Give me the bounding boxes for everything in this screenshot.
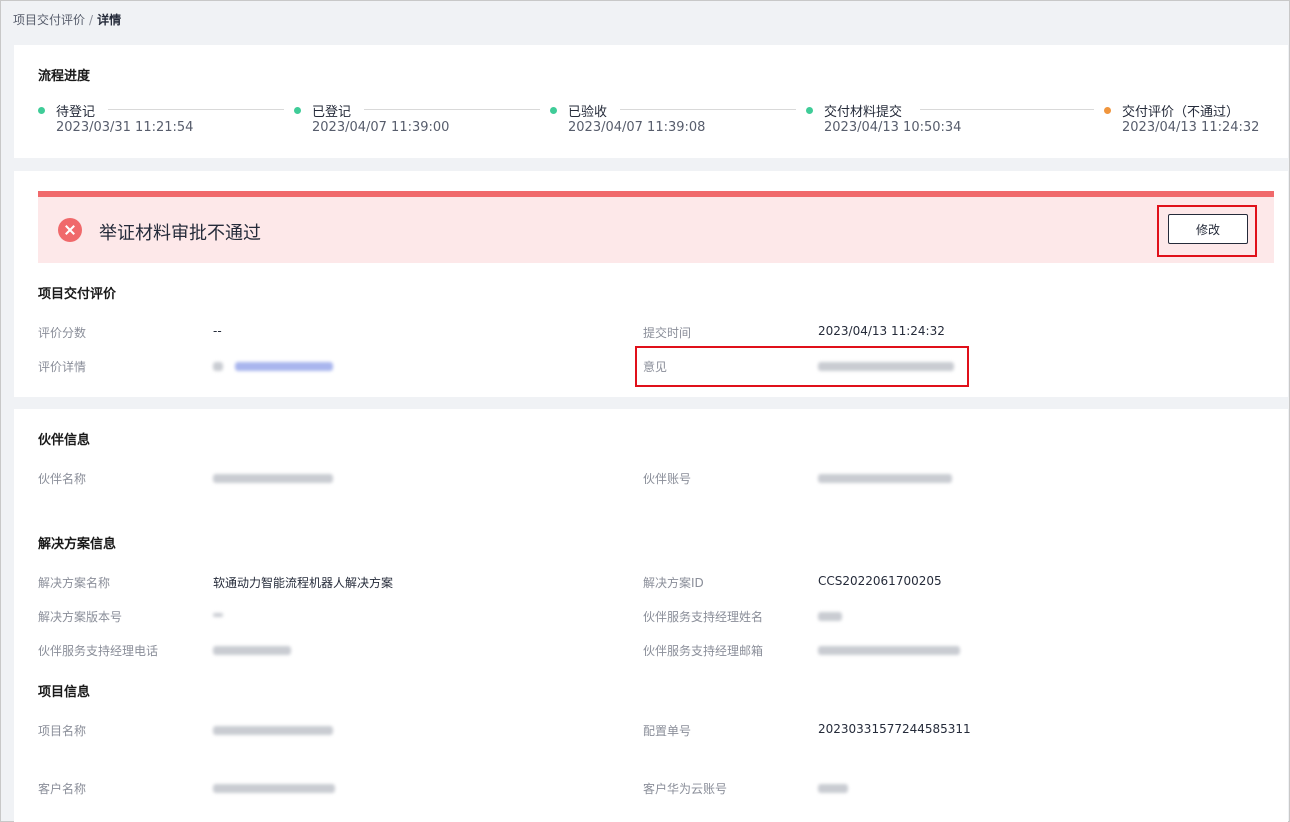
step-label: 交付材料提交 — [824, 105, 903, 120]
step-time: 2023/03/31 11:21:54 — [56, 120, 194, 135]
partner-account-blurred — [818, 474, 952, 483]
project-name-blurred — [213, 726, 333, 735]
step-connector — [108, 109, 284, 110]
detail-value-blurred — [213, 362, 223, 371]
step-time: 2023/04/13 11:24:32 — [1122, 120, 1260, 135]
step-status-dot — [294, 107, 301, 114]
manager-name-label: 伙伴服务支持经理姓名 — [643, 610, 764, 624]
customer-name-label: 客户名称 — [38, 782, 87, 796]
partner-name-blurred — [213, 474, 333, 483]
customer-name-blurred — [213, 784, 335, 793]
submit-time-value: 2023/04/13 11:24:32 — [818, 324, 945, 338]
step-status-dot — [550, 107, 557, 114]
config-no-label: 配置单号 — [643, 724, 692, 738]
step-status-dot — [1104, 107, 1111, 114]
manager-email-blurred — [818, 646, 960, 655]
step-time: 2023/04/07 11:39:08 — [568, 120, 706, 135]
step-time: 2023/04/07 11:39:00 — [312, 120, 450, 135]
progress-title: 流程进度 — [38, 69, 91, 84]
opinion-highlight — [635, 346, 969, 387]
breadcrumb-separator: / — [89, 13, 94, 27]
detail-label: 评价详情 — [38, 360, 87, 374]
project-title: 项目信息 — [38, 685, 91, 700]
step-label: 已登记 — [312, 105, 352, 120]
manager-phone-blurred — [213, 646, 291, 655]
breadcrumb-current: 详情 — [97, 13, 122, 27]
score-label: 评价分数 — [38, 326, 87, 340]
config-no-value: 20230331577244585311 — [818, 722, 971, 736]
step-connector — [620, 109, 796, 110]
solution-name-label: 解决方案名称 — [38, 576, 111, 590]
manager-name-blurred — [818, 612, 842, 621]
alert-message: 举证材料审批不通过 — [99, 223, 261, 244]
info-card: 伙伴信息 伙伴名称 伙伴账号 解决方案信息 解决方案名称 软通动力智能流程机器人… — [14, 409, 1288, 822]
solution-name-value: 软通动力智能流程机器人解决方案 — [213, 576, 394, 590]
evaluation-title: 项目交付评价 — [38, 287, 117, 302]
step-label: 待登记 — [56, 105, 96, 120]
step-connector — [920, 109, 1094, 110]
breadcrumb-parent-link[interactable]: 项目交付评价 — [13, 13, 85, 27]
partner-account-label: 伙伴账号 — [643, 472, 692, 486]
manager-email-label: 伙伴服务支持经理邮箱 — [643, 644, 764, 658]
error-alert: 举证材料审批不通过 修改 — [38, 197, 1274, 263]
solution-version-label: 解决方案版本号 — [38, 610, 123, 624]
evaluation-card: 举证材料审批不通过 修改 项目交付评价 评价分数 -- 提交时间 2023/04… — [14, 171, 1288, 397]
error-icon — [58, 218, 82, 242]
step-status-dot — [806, 107, 813, 114]
score-value: -- — [213, 324, 222, 338]
step-time: 2023/04/13 10:50:34 — [824, 120, 962, 135]
submit-time-label: 提交时间 — [643, 326, 692, 340]
step-connector — [364, 109, 540, 110]
progress-card: 流程进度 待登记 2023/03/31 11:21:54 已登记 2023/04… — [14, 45, 1288, 158]
breadcrumb: 项目交付评价 / 详情 — [13, 11, 121, 28]
detail-link-blurred[interactable] — [235, 362, 333, 371]
solution-id-value: CCS2022061700205 — [818, 574, 942, 588]
step-label: 交付评价（不通过） — [1122, 105, 1240, 120]
edit-button-highlight — [1157, 205, 1257, 257]
customer-account-label: 客户华为云账号 — [643, 782, 728, 796]
step-label: 已验收 — [568, 105, 608, 120]
manager-phone-label: 伙伴服务支持经理电话 — [38, 644, 159, 658]
customer-account-blurred — [818, 784, 848, 793]
partner-title: 伙伴信息 — [38, 433, 91, 448]
solution-id-label: 解决方案ID — [643, 576, 704, 590]
partner-name-label: 伙伴名称 — [38, 472, 87, 486]
solution-title: 解决方案信息 — [38, 537, 117, 552]
solution-version-blurred — [213, 613, 223, 617]
step-status-dot — [38, 107, 45, 114]
project-name-label: 项目名称 — [38, 724, 87, 738]
